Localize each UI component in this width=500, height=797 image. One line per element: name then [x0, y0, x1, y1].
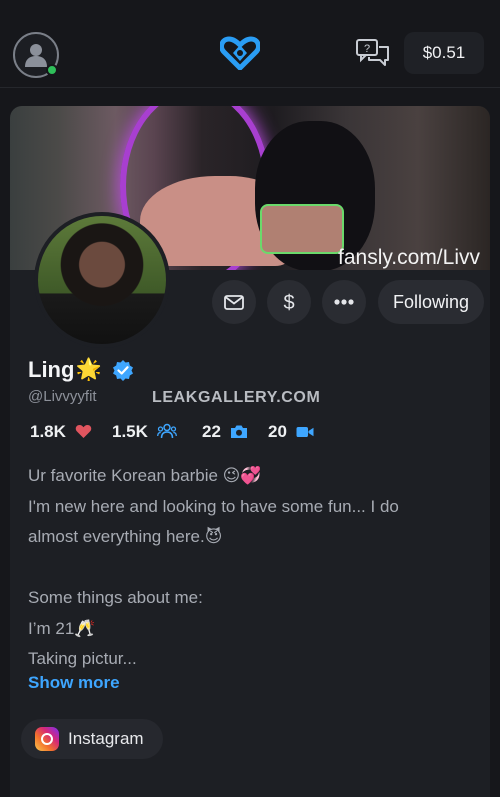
photos-stat[interactable]: 22 — [202, 422, 248, 442]
bio-line: I’m 21🥂 — [28, 618, 96, 638]
bio-line: I'm new here and looking to have some fu… — [28, 496, 399, 516]
following-button[interactable]: Following — [378, 280, 484, 324]
user-avatar-icon — [25, 44, 47, 67]
profile-card: fansly.com/Livv $ Following Ling🌟 @Livvy… — [10, 106, 490, 797]
ellipsis-icon — [334, 299, 354, 305]
profile-avatar[interactable] — [34, 212, 170, 348]
heart-icon — [75, 425, 91, 438]
followers-count: 1.5K — [112, 422, 148, 441]
bio-line: Some things about me: — [28, 588, 203, 607]
instagram-link[interactable]: Instagram — [21, 719, 163, 759]
profile-bio: Ur favorite Korean barbie 😉💞 I'm new her… — [28, 461, 478, 675]
bio-line: almost everything here.😈 — [28, 527, 223, 546]
bio-line: Ur favorite Korean barbie 😉💞 — [28, 466, 262, 485]
profile-name-row: Ling🌟 — [28, 356, 134, 383]
display-name: Ling — [28, 357, 75, 383]
heart-logo-icon[interactable] — [220, 36, 260, 70]
camera-icon — [230, 425, 247, 438]
videos-stat[interactable]: 20 — [268, 422, 314, 442]
bio-line — [28, 553, 478, 584]
people-icon — [156, 423, 177, 439]
top-bar: ? $0.51 — [0, 0, 500, 88]
svg-text:?: ? — [364, 43, 370, 55]
followers-stat[interactable]: 1.5K — [112, 422, 177, 442]
svg-text:$: $ — [283, 292, 294, 313]
instagram-icon — [35, 727, 59, 751]
overlay-watermark: LEAKGALLERY.COM — [152, 389, 321, 406]
photos-count: 22 — [202, 422, 221, 441]
likes-stat: 1.8K — [30, 422, 92, 442]
likes-count: 1.8K — [30, 422, 66, 441]
video-camera-icon — [296, 427, 314, 437]
message-button[interactable] — [212, 280, 256, 324]
dollar-icon: $ — [283, 292, 294, 313]
show-more-link[interactable]: Show more — [28, 673, 120, 693]
online-status-dot — [46, 64, 58, 76]
tip-button[interactable]: $ — [267, 280, 311, 324]
name-emoji: 🌟 — [75, 358, 102, 382]
videos-count: 20 — [268, 422, 287, 441]
more-options-button[interactable] — [322, 280, 366, 324]
wallet-balance-button[interactable]: $0.51 — [404, 32, 484, 74]
account-avatar-button[interactable] — [13, 32, 59, 78]
username-handle: @Livvyyfit — [28, 388, 97, 405]
chat-bubbles-icon[interactable]: ? — [355, 38, 391, 68]
instagram-label: Instagram — [68, 729, 144, 748]
bio-line: Taking pictur... — [28, 649, 137, 668]
verified-badge-icon — [112, 360, 133, 382]
banner-watermark: fansly.com/Livv — [338, 246, 480, 269]
envelope-icon — [224, 295, 244, 310]
